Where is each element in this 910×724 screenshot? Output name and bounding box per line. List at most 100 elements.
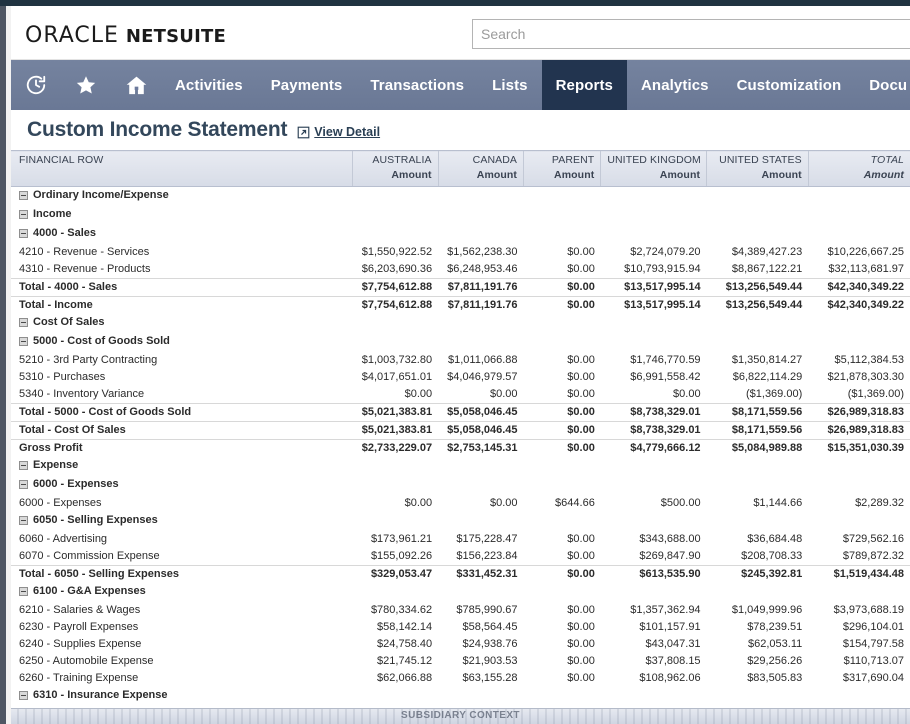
row-amount-cell[interactable]: $4,389,427.23 [707,244,809,261]
row-amount-cell[interactable]: $58,142.14 [353,619,438,636]
row-amount-cell[interactable]: $15,351,030.39 [808,439,910,457]
row-label-cell[interactable]: Ordinary Income/Expense [11,187,353,207]
row-amount-cell[interactable]: $37,808.15 [601,653,707,670]
row-label-cell[interactable]: 6100 - G&A Expenses [11,583,353,602]
row-amount-cell[interactable] [808,187,910,207]
row-label-cell[interactable]: Total - 6050 - Selling Expenses [11,565,353,583]
table-row[interactable]: Income [11,206,910,225]
row-amount-cell[interactable]: $155,092.26 [353,548,438,566]
row-label-cell[interactable]: Total - 5000 - Cost of Goods Sold [11,403,353,422]
row-amount-cell[interactable] [524,333,601,352]
row-amount-cell[interactable]: $613,535.90 [600,565,707,583]
collapse-minus-icon[interactable] [19,191,28,200]
row-amount-cell[interactable] [601,187,707,207]
row-amount-cell[interactable]: $5,058,046.45 [438,421,524,440]
row-amount-cell[interactable]: $5,058,046.45 [438,403,524,422]
row-label-cell[interactable]: Gross Profit [11,439,353,457]
row-amount-cell[interactable]: $21,745.12 [353,653,438,670]
row-amount-cell[interactable] [808,314,910,333]
table-row[interactable]: 6240 - Supplies Expense $24,758.40 $24,938… [11,636,910,653]
row-amount-cell[interactable]: ($1,369.00) [808,386,910,404]
nav-item-analytics[interactable]: Analytics [627,60,723,110]
row-amount-cell[interactable]: $3,973,688.19 [808,602,910,619]
column-header-parent[interactable]: PARENT Amount [523,150,601,187]
row-amount-cell[interactable] [707,512,809,531]
table-row[interactable]: 4000 - Sales [11,225,910,244]
row-amount-cell[interactable] [353,225,438,244]
nav-item-reports[interactable]: Reports [541,60,627,110]
row-amount-cell[interactable]: $26,989,318.83 [808,403,910,422]
row-amount-cell[interactable]: $24,938.76 [438,636,523,653]
row-amount-cell[interactable] [808,687,910,706]
row-label-cell[interactable]: Expense [11,457,353,476]
row-amount-cell[interactable]: $331,452.31 [438,565,524,583]
table-row[interactable]: 6210 - Salaries & Wages $780,334.62 $785,9… [11,602,910,619]
row-amount-cell[interactable] [601,206,707,225]
row-amount-cell[interactable]: $644.66 [524,495,601,512]
table-row[interactable]: Total - 4000 - Sales $7,754,612.88 $7,811,… [11,278,910,297]
row-amount-cell[interactable]: $208,708.33 [707,548,809,566]
collapse-minus-icon[interactable] [19,229,28,238]
row-label-cell[interactable]: 4000 - Sales [11,225,353,244]
collapse-minus-icon[interactable] [19,337,28,346]
row-amount-cell[interactable] [601,333,707,352]
row-amount-cell[interactable]: $8,867,122.21 [707,261,809,279]
row-label-cell[interactable]: 5310 - Purchases [11,369,353,386]
row-amount-cell[interactable]: $83,505.83 [707,670,809,687]
row-amount-cell[interactable]: $0.00 [524,670,601,687]
table-row[interactable]: 4210 - Revenue - Services $1,550,922.52 $1… [11,244,910,261]
row-amount-cell[interactable] [808,457,910,476]
recent-history-icon[interactable] [11,60,61,110]
row-amount-cell[interactable]: $0.00 [353,386,438,404]
row-amount-cell[interactable] [353,206,438,225]
table-row[interactable]: 5210 - 3rd Party Contracting $1,003,732.8… [11,352,910,369]
row-amount-cell[interactable]: $7,811,191.76 [438,296,524,314]
collapse-minus-icon[interactable] [19,516,28,525]
row-amount-cell[interactable]: $0.00 [524,653,601,670]
row-amount-cell[interactable]: $0.00 [524,636,601,653]
row-amount-cell[interactable] [353,583,438,602]
row-label-cell[interactable]: 6000 - Expenses [11,495,353,512]
row-amount-cell[interactable] [808,476,910,495]
row-amount-cell[interactable]: $110,713.07 [808,653,910,670]
nav-item-payments[interactable]: Payments [257,60,357,110]
row-amount-cell[interactable]: $5,021,383.81 [352,403,439,422]
row-amount-cell[interactable]: $269,847.90 [601,548,707,566]
nav-item-activities[interactable]: Activities [161,60,257,110]
row-amount-cell[interactable] [524,206,601,225]
row-amount-cell[interactable] [524,512,601,531]
row-amount-cell[interactable]: $8,171,559.56 [706,421,809,440]
row-amount-cell[interactable]: $2,753,145.31 [438,439,524,457]
row-amount-cell[interactable] [438,457,523,476]
row-amount-cell[interactable]: $780,334.62 [353,602,438,619]
table-row[interactable]: 5000 - Cost of Goods Sold [11,333,910,352]
row-label-cell[interactable]: Total - Cost Of Sales [11,421,353,440]
row-amount-cell[interactable] [438,512,523,531]
row-amount-cell[interactable]: $296,104.01 [808,619,910,636]
table-row[interactable]: Total - 6050 - Selling Expenses $329,053.… [11,565,910,583]
collapse-minus-icon[interactable] [19,691,28,700]
row-amount-cell[interactable]: $78,239.51 [707,619,809,636]
row-label-cell[interactable]: 5340 - Inventory Variance [11,386,353,404]
row-amount-cell[interactable]: $729,562.16 [808,531,910,548]
row-amount-cell[interactable]: $0.00 [523,278,601,297]
row-amount-cell[interactable] [438,476,523,495]
row-amount-cell[interactable] [524,687,601,706]
row-label-cell[interactable]: 6050 - Selling Expenses [11,512,353,531]
row-amount-cell[interactable]: $1,550,922.52 [353,244,438,261]
row-label-cell[interactable]: Cost Of Sales [11,314,353,333]
table-row[interactable]: 6000 - Expenses $0.00 $0.00 $644.66 $500.00 $… [11,495,910,512]
row-amount-cell[interactable]: $0.00 [524,548,601,566]
row-amount-cell[interactable]: $21,903.53 [438,653,523,670]
row-amount-cell[interactable]: $0.00 [524,602,601,619]
row-amount-cell[interactable]: $42,340,349.22 [808,278,910,297]
row-amount-cell[interactable]: $4,017,651.01 [353,369,438,386]
row-amount-cell[interactable]: $789,872.32 [808,548,910,566]
row-amount-cell[interactable]: $5,084,989.88 [706,439,809,457]
table-row[interactable]: 6260 - Training Expense $62,066.88 $63,155… [11,670,910,687]
row-amount-cell[interactable] [601,476,707,495]
row-amount-cell[interactable]: $6,822,114.29 [707,369,809,386]
row-amount-cell[interactable]: $36,684.48 [707,531,809,548]
row-amount-cell[interactable]: $2,724,079.20 [601,244,707,261]
column-header-canada[interactable]: CANADA Amount [437,150,524,187]
